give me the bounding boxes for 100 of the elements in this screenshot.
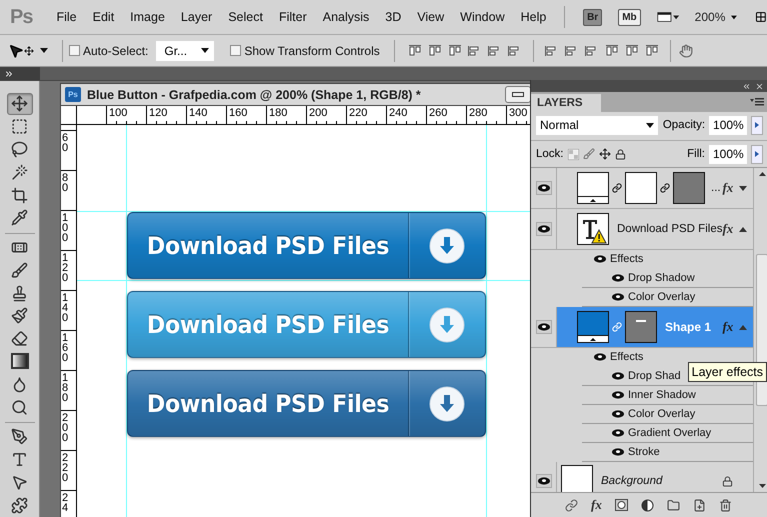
collapse-arrow-icon[interactable]	[739, 226, 748, 232]
eye-icon[interactable]	[612, 274, 624, 282]
eye-icon[interactable]	[612, 410, 624, 418]
mask-icon[interactable]	[614, 499, 628, 511]
layer-name: Download PSD Files	[616, 223, 722, 235]
eye-icon[interactable]	[538, 184, 550, 192]
eye-icon[interactable]	[538, 323, 550, 331]
move-icon[interactable]	[598, 148, 610, 160]
magnifier-icon	[11, 398, 28, 416]
menu-item[interactable]: Analysis	[314, 10, 378, 24]
layer-effects-button[interactable]: fx	[722, 180, 734, 196]
layer-row[interactable]: Download PSD Filesfx	[531, 209, 754, 250]
align-icon[interactable]	[448, 44, 462, 56]
effect-name: Inner Shadow	[628, 389, 696, 401]
mask-thumbnail	[625, 311, 657, 343]
menu-item[interactable]: View	[409, 10, 452, 24]
target-dropdown[interactable]: Gr...	[156, 40, 214, 60]
menu-item[interactable]: Window	[452, 10, 513, 24]
layer-style-button[interactable]: fx	[591, 497, 602, 513]
mask-thumbnail	[673, 172, 705, 204]
menu-item[interactable]: Layer	[172, 10, 220, 24]
align-icon[interactable]	[624, 44, 639, 56]
minimize-button[interactable]	[505, 86, 531, 103]
text-layer-thumbnail	[577, 213, 609, 245]
tool-preset-icon[interactable]	[8, 42, 24, 58]
menu-item[interactable]: Edit	[84, 10, 122, 24]
zoom-menu[interactable]: 200%	[694, 10, 726, 24]
eye-icon[interactable]	[612, 372, 624, 380]
menu-item[interactable]: 3D	[377, 10, 410, 24]
layer-row[interactable]: ...fx	[531, 168, 754, 209]
align-icon[interactable]	[408, 44, 422, 56]
trash-icon[interactable]	[718, 498, 732, 512]
effect-name: Gradient Overlay	[628, 427, 712, 439]
droplet-icon	[11, 376, 28, 393]
collapse-arrow-icon[interactable]	[739, 324, 748, 330]
blend-mode-dropdown[interactable]: Normal	[536, 116, 658, 134]
menu-item[interactable]: Filter	[270, 10, 315, 24]
layer-name: ...	[710, 182, 721, 194]
fill-slider-button[interactable]	[751, 144, 763, 164]
bridge-button[interactable]: Br	[583, 8, 602, 26]
opacity-field[interactable]: 100%	[709, 116, 748, 134]
layer-effects-button[interactable]: fx	[722, 319, 734, 335]
arrange-icon[interactable]	[755, 9, 767, 25]
eye-icon[interactable]	[612, 448, 624, 456]
arrow-up-icon[interactable]	[758, 172, 766, 176]
stamp-icon	[11, 284, 28, 302]
align-icon[interactable]	[644, 44, 659, 56]
folder-icon[interactable]	[666, 498, 680, 512]
fill-field[interactable]: 100%	[709, 144, 747, 164]
expand-arrow-icon[interactable]	[739, 186, 748, 190]
panel-menu-icon[interactable]	[750, 98, 764, 106]
eye-icon[interactable]	[538, 477, 550, 485]
arrow-down-icon[interactable]	[758, 484, 766, 488]
eye-icon[interactable]	[612, 293, 624, 301]
layer-row[interactable]: Shape 1 fx	[531, 307, 754, 348]
effect-name: Color Overlay	[628, 291, 696, 303]
ruler-label: 140	[62, 291, 68, 323]
eye-icon[interactable]	[612, 429, 624, 437]
menu-item[interactable]: Help	[512, 10, 554, 24]
mini-bridge-button[interactable]: Mb	[618, 8, 641, 26]
ruler-label: 100	[62, 211, 68, 243]
layer-effects-button[interactable]: fx	[722, 221, 734, 237]
checkbox-label: Show Transform Controls	[244, 44, 380, 58]
layer-row[interactable]: Background	[531, 462, 754, 492]
close-icon[interactable]	[755, 82, 764, 90]
checkbox-label: Auto-Select:	[83, 44, 148, 58]
brush-icon[interactable]	[582, 148, 594, 160]
paintbrush-icon	[11, 307, 28, 324]
ruler-label: 80	[62, 171, 68, 193]
menu-item[interactable]: Image	[122, 10, 173, 24]
effect-name: Stroke	[628, 446, 660, 458]
crop-icon	[11, 186, 28, 204]
download-icon	[429, 228, 465, 264]
effect-name: Drop Shad	[628, 370, 681, 382]
expand-icon[interactable]	[4, 68, 14, 78]
move-tool[interactable]	[6, 93, 32, 115]
new-layer-icon[interactable]	[692, 498, 706, 512]
align-icon[interactable]	[604, 44, 619, 56]
menu-item[interactable]: File	[48, 10, 85, 24]
checkbox[interactable]	[69, 45, 80, 56]
screen-mode-icon[interactable]	[656, 9, 679, 25]
layer-thumbnail	[561, 465, 593, 492]
eye-icon[interactable]	[594, 353, 606, 361]
eye-icon[interactable]	[594, 255, 606, 263]
align-icon[interactable]	[428, 44, 442, 56]
checkbox[interactable]	[230, 45, 242, 56]
gradient-icon	[10, 353, 28, 370]
adjustment-icon[interactable]	[640, 498, 654, 512]
link-icon[interactable]	[565, 498, 578, 512]
menu-item[interactable]: Select	[220, 10, 271, 24]
link-icon	[612, 183, 622, 193]
dashed-square-icon	[11, 118, 28, 136]
eye-icon[interactable]	[538, 225, 550, 233]
download-icon	[429, 306, 465, 342]
layers-tab[interactable]: LAYERS	[531, 94, 601, 112]
checkerboard-icon[interactable]	[568, 148, 578, 160]
collapse-icon[interactable]	[742, 82, 751, 90]
lock-icon[interactable]	[614, 148, 626, 160]
opacity-slider-button[interactable]	[751, 116, 763, 134]
eye-icon[interactable]	[612, 391, 624, 399]
